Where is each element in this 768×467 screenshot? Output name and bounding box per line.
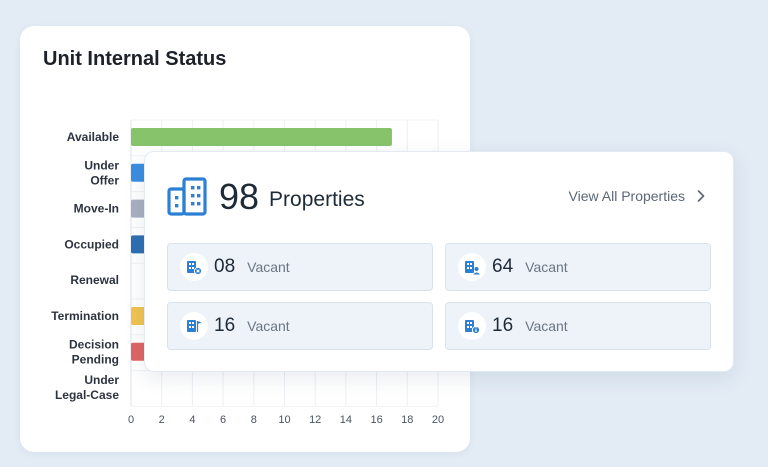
x-tick-label: 16 (370, 414, 382, 426)
category-label: Renewal (70, 273, 119, 287)
building-user-icon (458, 253, 486, 281)
bar[interactable] (131, 128, 392, 146)
vacant-tile-4[interactable]: 16 Vacant (445, 302, 711, 350)
view-all-label: View All Properties (568, 188, 685, 204)
category-label: Decision (69, 337, 119, 351)
category-label: Available (67, 130, 120, 144)
tile-count: 64 (492, 256, 514, 277)
category-label: Occupied (64, 237, 119, 251)
properties-card: 98 Properties View All Properties 08 Vac… (144, 151, 734, 372)
x-tick-label: 2 (159, 414, 165, 426)
vacant-tile-3[interactable]: 16 Vacant (167, 302, 433, 350)
vacant-tile-1[interactable]: 08 Vacant (167, 243, 433, 291)
vacant-tile-2[interactable]: 64 Vacant (445, 243, 711, 291)
properties-label: Properties (269, 187, 365, 211)
x-tick-label: 14 (340, 414, 352, 426)
view-all-properties-link[interactable]: View All Properties (569, 188, 705, 204)
tile-label: Vacant (525, 318, 568, 334)
tile-label: Vacant (247, 318, 290, 334)
buildings-icon (167, 177, 207, 216)
x-tick-label: 8 (251, 414, 257, 426)
tile-count: 16 (214, 315, 236, 336)
category-label: Move-In (74, 202, 119, 216)
x-tick-label: 20 (432, 414, 444, 426)
x-tick-label: 12 (309, 414, 321, 426)
tile-count: 16 (492, 315, 514, 336)
building-info-icon (458, 312, 486, 340)
tile-label: Vacant (525, 259, 568, 275)
chevron-right-icon (697, 190, 705, 202)
category-label: Under (84, 373, 119, 387)
category-label: Under (84, 158, 119, 172)
building-vacant-x-icon (180, 253, 208, 281)
properties-header: 98 Properties (167, 176, 365, 218)
category-label: Offer (90, 173, 119, 187)
building-flag-icon (180, 312, 208, 340)
x-tick-label: 10 (278, 414, 290, 426)
x-tick-label: 4 (189, 414, 195, 426)
x-tick-label: 0 (128, 414, 134, 426)
category-label: Legal-Case (55, 388, 119, 402)
category-label: Pending (72, 352, 119, 366)
x-tick-label: 6 (220, 414, 226, 426)
category-label: Termination (51, 309, 119, 323)
properties-count: 98 (219, 176, 260, 217)
tile-count: 08 (214, 256, 236, 277)
tile-label: Vacant (247, 259, 290, 275)
x-tick-label: 18 (401, 414, 413, 426)
